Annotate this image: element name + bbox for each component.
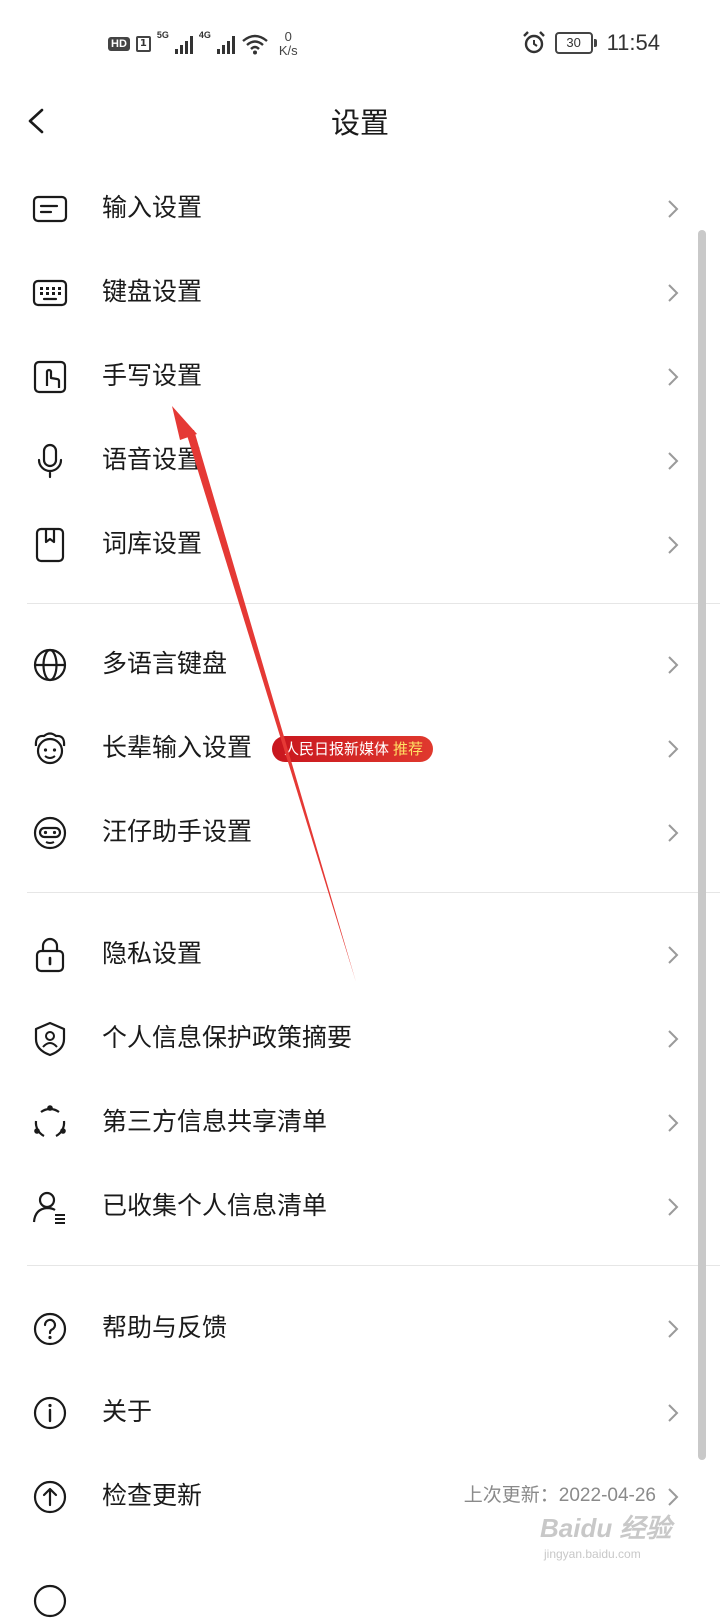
- chevron-right-icon: [668, 1198, 679, 1216]
- section-divider: [27, 1265, 720, 1266]
- settings-item-label: 语音设置: [102, 445, 203, 474]
- settings-item-privacy-policy[interactable]: 个人信息保护政策摘要: [0, 996, 720, 1080]
- person-list-icon: [32, 1191, 65, 1224]
- settings-item-label: 输入设置: [102, 193, 203, 222]
- settings-item-label: 关于: [102, 1397, 153, 1426]
- section-divider: [27, 603, 720, 604]
- info-icon: [33, 1396, 67, 1430]
- microphone-icon: [37, 443, 63, 479]
- settings-item-voice[interactable]: 语音设置: [0, 418, 720, 502]
- settings-item-help[interactable]: 帮助与反馈: [0, 1286, 720, 1370]
- settings-item-label: 隐私设置: [102, 939, 203, 968]
- chevron-right-icon: [668, 1404, 679, 1422]
- settings-item-label: 手写设置: [102, 361, 203, 390]
- settings-item-elder-input[interactable]: 长辈输入设置 人民日报新媒体 推荐: [0, 706, 720, 790]
- settings-item-third-party[interactable]: 第三方信息共享清单: [0, 1080, 720, 1164]
- settings-item-label: 检查更新: [102, 1481, 203, 1510]
- settings-item-collected-info[interactable]: 已收集个人信息清单: [0, 1164, 720, 1248]
- signal-4g-label: 4G: [198, 30, 211, 40]
- section-divider: [27, 892, 720, 893]
- watermark-url: jingyan.baidu.com: [544, 1547, 641, 1561]
- alarm-icon: [522, 31, 545, 54]
- settings-item-handwriting[interactable]: 手写设置: [0, 334, 720, 418]
- dictionary-icon: [35, 527, 65, 563]
- settings-item-label: 帮助与反馈: [102, 1313, 228, 1342]
- globe-icon: [33, 648, 67, 682]
- lock-icon: [35, 937, 65, 973]
- share-circle-icon: [34, 1105, 66, 1137]
- chevron-right-icon: [668, 1488, 679, 1506]
- settings-item-label: 第三方信息共享清单: [102, 1107, 328, 1136]
- partial-row-icon: [33, 1584, 67, 1618]
- upload-icon: [33, 1480, 67, 1514]
- last-update-text: 上次更新：2022-04-26: [463, 1485, 656, 1506]
- signal-5g-label: 5G: [156, 30, 169, 40]
- assistant-icon: [33, 816, 67, 850]
- chevron-right-icon: [668, 740, 679, 758]
- status-right: 30 11:54: [521, 30, 660, 56]
- wifi-icon: [242, 34, 268, 55]
- status-bar: HD 1 5G 4G 0 K/s 30 11:54: [0, 0, 720, 92]
- settings-item-dictionary[interactable]: 词库设置: [0, 502, 720, 586]
- page-title: 设置: [330, 106, 389, 140]
- keyboard-icon: [32, 279, 68, 307]
- settings-item-input[interactable]: 输入设置: [0, 166, 720, 250]
- elder-face-icon: [34, 732, 66, 765]
- app-header: 设置: [0, 92, 720, 152]
- chevron-right-icon: [668, 1114, 679, 1132]
- sim-indicator: 1: [135, 36, 151, 52]
- battery-icon: 30: [554, 32, 597, 54]
- badge-text: 人民日报新媒体: [284, 740, 390, 758]
- recommend-badge: 人民日报新媒体 推荐: [272, 736, 434, 762]
- input-settings-icon: [32, 195, 68, 223]
- settings-item-keyboard[interactable]: 键盘设置: [0, 250, 720, 334]
- shield-icon: [34, 1021, 66, 1057]
- chevron-right-icon: [668, 824, 679, 842]
- chevron-right-icon: [668, 200, 679, 218]
- settings-item-label: 已收集个人信息清单: [102, 1191, 328, 1220]
- scrollbar[interactable]: [698, 230, 706, 1460]
- chevron-right-icon: [668, 368, 679, 386]
- signal-5g-icon: 5G: [157, 30, 193, 54]
- settings-item-label: 汪仔助手设置: [102, 817, 253, 846]
- settings-item-about[interactable]: 关于: [0, 1370, 720, 1454]
- baidu-watermark: Baidu 经验 jingyan.baidu.com: [540, 1508, 720, 1561]
- hd-voice-icon: HD: [108, 37, 130, 51]
- status-left: HD 1 5G 4G 0 K/s: [108, 30, 298, 58]
- watermark-logo-text: Baidu 经验: [540, 1513, 672, 1543]
- settings-item-privacy[interactable]: 隐私设置: [0, 912, 720, 996]
- network-speed-unit: K/s: [278, 43, 298, 58]
- chevron-right-icon: [668, 1030, 679, 1048]
- chevron-right-icon: [668, 536, 679, 554]
- chevron-right-icon: [668, 452, 679, 470]
- signal-4g-icon: 4G: [199, 30, 235, 54]
- handwriting-icon: [33, 360, 67, 394]
- settings-item-assistant[interactable]: 汪仔助手设置: [0, 790, 720, 874]
- settings-item-label: 词库设置: [102, 529, 203, 558]
- settings-item-label: 个人信息保护政策摘要: [102, 1023, 353, 1052]
- chevron-right-icon: [668, 1320, 679, 1338]
- badge-highlight: 推荐: [393, 740, 424, 758]
- chevron-right-icon: [668, 946, 679, 964]
- network-speed: 0 K/s: [279, 30, 298, 58]
- status-time: 11:54: [606, 30, 660, 55]
- chevron-right-icon: [668, 656, 679, 674]
- settings-item-label: 多语言键盘: [102, 649, 228, 678]
- chevron-right-icon: [668, 284, 679, 302]
- network-speed-value: 0: [284, 29, 292, 44]
- settings-item-multilanguage[interactable]: 多语言键盘: [0, 622, 720, 706]
- help-icon: [33, 1312, 67, 1346]
- settings-item-label: 长辈输入设置: [102, 733, 253, 762]
- settings-item-label: 键盘设置: [102, 277, 203, 306]
